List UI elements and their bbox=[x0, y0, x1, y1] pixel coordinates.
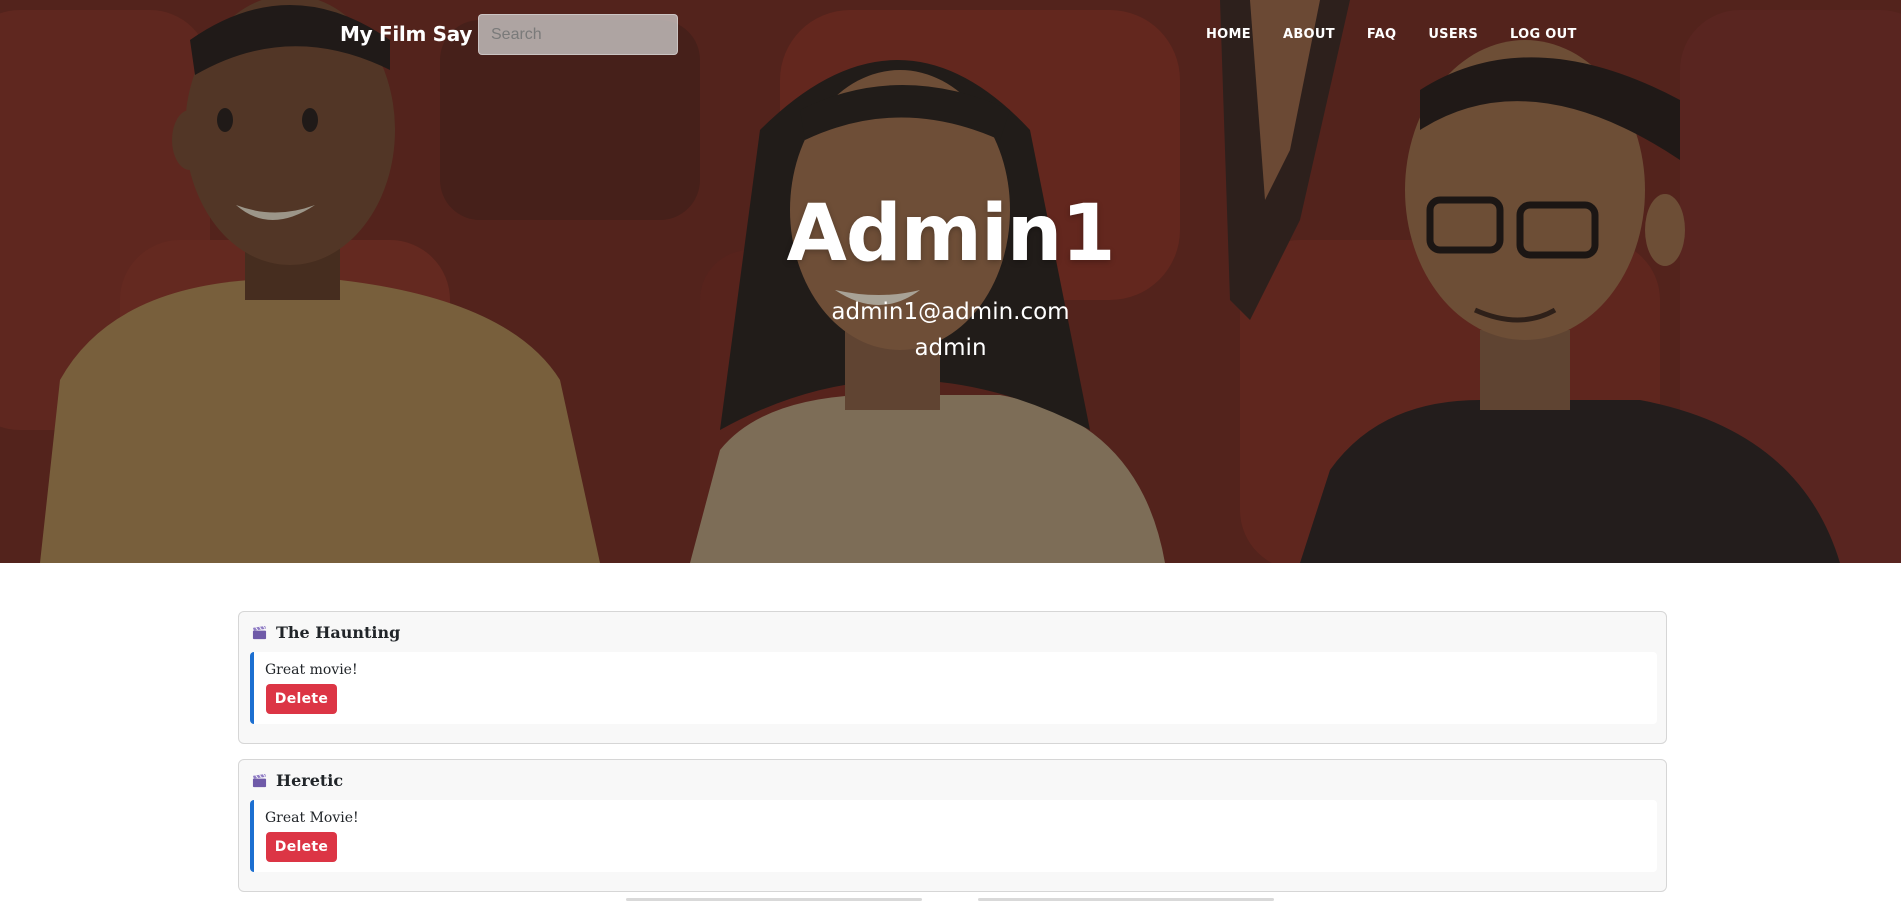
delete-review-button[interactable]: Delete bbox=[266, 684, 337, 714]
profile-username: Admin1 bbox=[786, 189, 1115, 279]
review-card: Heretic Great Movie! Delete bbox=[238, 759, 1667, 892]
review-list: The Haunting Great movie! Delete Heretic… bbox=[238, 611, 1667, 901]
review-header: The Haunting bbox=[252, 623, 400, 642]
clapperboard-icon bbox=[252, 625, 267, 640]
delete-review-button[interactable]: Delete bbox=[266, 832, 337, 862]
nav-about-link[interactable]: ABOUT bbox=[1283, 27, 1335, 42]
review-film-title[interactable]: The Haunting bbox=[276, 623, 400, 642]
review-film-title[interactable]: Heretic bbox=[276, 771, 343, 790]
top-navbar: My Film Say HOME ABOUT FAQ USERS LOG OUT bbox=[0, 0, 1901, 70]
review-card: The Haunting Great movie! Delete bbox=[238, 611, 1667, 744]
nav-faq-link[interactable]: FAQ bbox=[1367, 27, 1396, 42]
brand-logo-link[interactable]: My Film Say bbox=[340, 22, 472, 46]
hero-overlay bbox=[0, 0, 1901, 563]
search-input[interactable] bbox=[478, 14, 678, 55]
review-header: Heretic bbox=[252, 771, 343, 790]
nav-links: HOME ABOUT FAQ USERS LOG OUT bbox=[1206, 27, 1609, 42]
review-text: Great Movie! bbox=[265, 810, 359, 826]
profile-role: admin bbox=[914, 335, 987, 361]
review-body: Great Movie! Delete bbox=[250, 800, 1657, 872]
nav-home-link[interactable]: HOME bbox=[1206, 27, 1251, 42]
clapperboard-icon bbox=[252, 773, 267, 788]
review-text: Great movie! bbox=[265, 662, 358, 678]
profile-hero: My Film Say HOME ABOUT FAQ USERS LOG OUT… bbox=[0, 0, 1901, 563]
review-body: Great movie! Delete bbox=[250, 652, 1657, 724]
nav-logout-link[interactable]: LOG OUT bbox=[1510, 27, 1577, 42]
profile-email: admin1@admin.com bbox=[831, 299, 1070, 325]
nav-users-link[interactable]: USERS bbox=[1428, 27, 1478, 42]
